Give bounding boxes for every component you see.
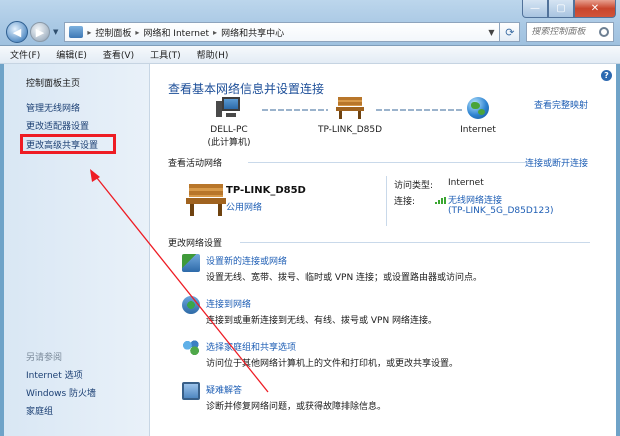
wireless-connection-link[interactable]: 无线网络连接	[448, 193, 502, 206]
search-box[interactable]	[526, 22, 614, 42]
address-bar[interactable]: ▸ 控制面板 ▸ 网络和 Internet ▸ 网络和共享中心 ▼	[64, 22, 501, 42]
bench-icon	[336, 97, 364, 119]
menu-tools[interactable]: 工具(T)	[150, 48, 181, 61]
breadcrumb-network-sharing-center[interactable]: 网络和共享中心	[221, 26, 284, 39]
access-type-value: Internet	[448, 178, 484, 188]
troubleshoot-icon	[182, 382, 200, 400]
homegroup-sharing-desc: 访问位于其他网络计算机上的文件和打印机，或更改共享设置。	[206, 359, 459, 369]
task-pane: 控制面板主页 管理无线网络 更改适配器设置 更改高级共享设置 另请参阅 Inte…	[4, 64, 150, 436]
node-router-name: TP-LINK_D85D	[317, 125, 383, 135]
node-internet: Internet	[448, 97, 508, 135]
homegroup-icon	[182, 339, 200, 357]
forward-button[interactable]: ▶	[30, 22, 50, 42]
window-titlebar: — ▢ ✕ ◀ ▶ ▼ ▸ 控制面板 ▸ 网络和 Internet ▸ 网络和共…	[0, 0, 620, 46]
section-divider	[240, 242, 590, 243]
homegroup-sharing-link[interactable]: 选择家庭组和共享选项	[206, 340, 296, 353]
computer-icon	[216, 97, 242, 119]
globe-icon	[467, 97, 489, 119]
wireless-ssid-link[interactable]: (TP-LINK_5G_D85D123)	[448, 206, 554, 216]
windows-firewall-link[interactable]: Windows 防火墙	[26, 386, 96, 399]
access-type-label: 访问类型:	[394, 181, 434, 191]
menu-file[interactable]: 文件(F)	[10, 48, 40, 61]
main-content: ? 查看基本网络信息并设置连接 查看完整映射 DELL-PC (此计算机) TP…	[150, 64, 616, 436]
section-divider	[248, 162, 526, 163]
address-dropdown-icon[interactable]: ▼	[483, 28, 499, 37]
maximize-button[interactable]: ▢	[548, 0, 574, 18]
menu-bar: 文件(F) 编辑(E) 查看(V) 工具(T) 帮助(H)	[0, 46, 620, 64]
refresh-button[interactable]: ⟳	[500, 22, 521, 42]
wifi-signal-icon	[435, 197, 446, 204]
page-title: 查看基本网络信息并设置连接	[168, 82, 325, 96]
search-input[interactable]	[531, 27, 599, 37]
connect-network-desc: 连接到或重新连接到无线、有线、拨号或 VPN 网络连接。	[206, 316, 438, 326]
navigation-row: ◀ ▶ ▼ ▸ 控制面板 ▸ 网络和 Internet ▸ 网络和共享中心 ▼ …	[6, 20, 614, 44]
troubleshoot-desc: 诊断并修复网络问题，或获得故障排除信息。	[206, 402, 387, 412]
setup-connection-link[interactable]: 设置新的连接或网络	[206, 254, 287, 267]
manage-wireless-networks-link[interactable]: 管理无线网络	[26, 101, 80, 114]
active-network-name: TP-LINK_D85D	[226, 185, 306, 196]
breadcrumb-separator: ▸	[135, 27, 140, 37]
recent-pages-dropdown[interactable]: ▼	[53, 28, 58, 36]
node-router: TP-LINK_D85D	[310, 97, 390, 135]
menu-view[interactable]: 查看(V)	[103, 48, 134, 61]
annotation-highlight-box	[20, 134, 116, 154]
breadcrumb-network-internet[interactable]: 网络和 Internet	[143, 26, 209, 39]
connections-label: 连接:	[394, 197, 416, 207]
view-full-map-link[interactable]: 查看完整映射	[534, 98, 588, 111]
troubleshoot-link[interactable]: 疑难解答	[206, 383, 242, 396]
setup-connection-icon	[182, 254, 200, 272]
connect-network-link[interactable]: 连接到网络	[206, 297, 251, 310]
node-this-computer: DELL-PC (此计算机)	[194, 97, 264, 148]
connect-disconnect-link[interactable]: 连接或断开连接	[525, 156, 588, 169]
back-button[interactable]: ◀	[6, 21, 28, 43]
network-bench-icon	[186, 184, 226, 216]
homegroup-link[interactable]: 家庭组	[26, 404, 53, 417]
breadcrumb-separator: ▸	[87, 27, 92, 37]
change-adapter-settings-link[interactable]: 更改适配器设置	[26, 119, 89, 132]
setup-connection-desc: 设置无线、宽带、拨号、临时或 VPN 连接；或设置路由器或访问点。	[206, 273, 483, 283]
menu-help[interactable]: 帮助(H)	[197, 48, 229, 61]
minimize-button[interactable]: —	[522, 0, 548, 18]
connect-network-icon	[182, 296, 200, 314]
active-networks-heading: 查看活动网络	[168, 159, 223, 169]
vertical-divider	[386, 176, 387, 226]
node-internet-name: Internet	[460, 125, 496, 135]
node-computer-name: DELL-PC	[210, 125, 248, 135]
node-computer-sub: (此计算机)	[207, 138, 251, 148]
breadcrumb-control-panel[interactable]: 控制面板	[95, 26, 131, 39]
control-panel-home-link[interactable]: 控制面板主页	[26, 76, 80, 89]
control-panel-icon	[69, 26, 84, 38]
menu-edit[interactable]: 编辑(E)	[56, 48, 87, 61]
see-also-heading: 另请参阅	[26, 353, 63, 363]
window-controls: — ▢ ✕	[522, 0, 616, 18]
network-location-link[interactable]: 公用网络	[226, 200, 262, 213]
close-button[interactable]: ✕	[574, 0, 616, 18]
help-icon[interactable]: ?	[601, 70, 612, 81]
search-icon[interactable]	[599, 27, 609, 37]
change-settings-heading: 更改网络设置	[168, 239, 223, 249]
breadcrumb-separator: ▸	[213, 27, 218, 37]
internet-options-link[interactable]: Internet 选项	[26, 368, 83, 381]
